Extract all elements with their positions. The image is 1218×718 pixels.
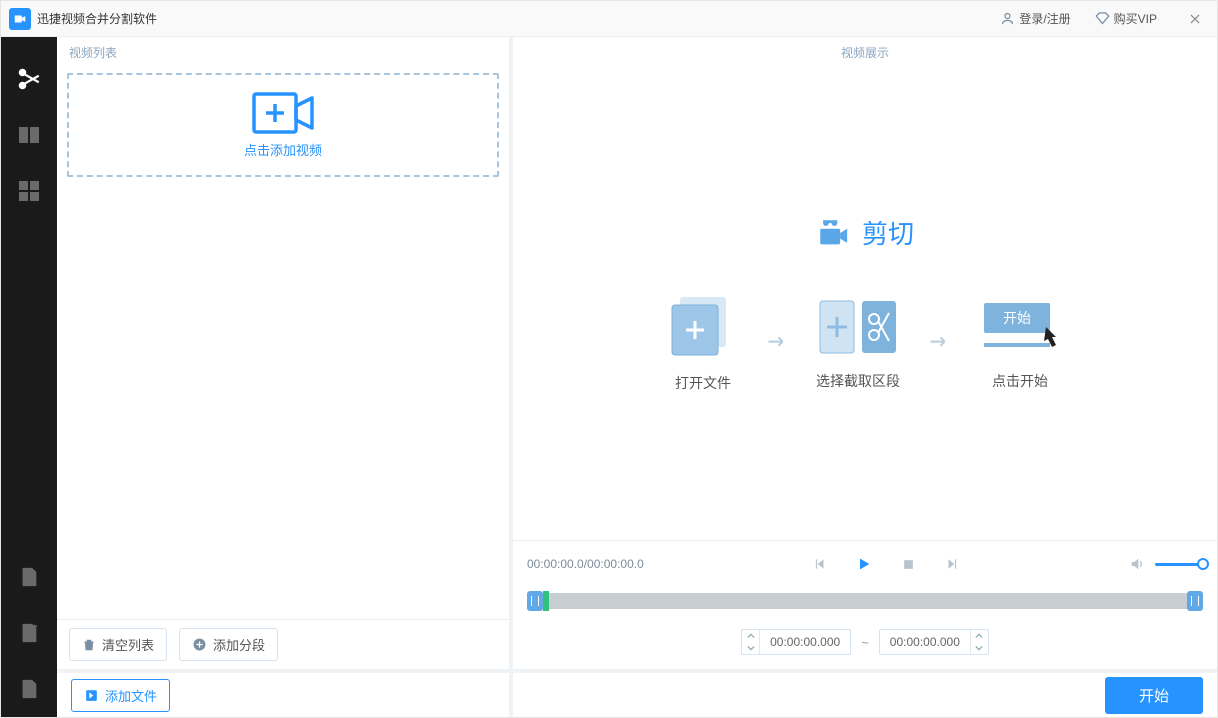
add-segment-label: 添加分段 <box>213 635 265 654</box>
dropzone-label: 点击添加视频 <box>244 140 322 159</box>
arrow-icon <box>930 334 948 355</box>
video-list-area: 点击添加视频 <box>57 67 509 620</box>
step1-label: 打开文件 <box>675 373 731 393</box>
time-separator: ~ <box>861 635 869 650</box>
time-input-row: 00:00:00.000 ~ 00:00:00.000 <box>513 619 1217 669</box>
add-file-button[interactable]: 添加文件 <box>71 679 170 712</box>
sidebar-settings-file-icon[interactable] <box>1 605 57 661</box>
playback-time: 00:00:00.0/00:00:00.0 <box>527 557 644 571</box>
app-window: 迅捷视频合并分割软件 登录/注册 购买VIP <box>0 0 1218 718</box>
left-pane-header: 视频列表 <box>57 37 509 67</box>
sidebar-download-file-icon[interactable] <box>1 661 57 717</box>
add-file-label: 添加文件 <box>105 686 157 705</box>
clear-list-label: 清空列表 <box>102 635 154 654</box>
sidebar <box>1 37 57 717</box>
clear-list-button[interactable]: 清空列表 <box>69 628 167 661</box>
close-icon[interactable] <box>1181 5 1209 33</box>
end-time-spinner[interactable]: 00:00:00.000 <box>879 629 989 655</box>
preview-area: 剪切 打开文件 <box>513 67 1217 540</box>
right-bottom-bar: 开始 <box>513 669 1217 717</box>
sidebar-merge-icon[interactable] <box>1 107 57 163</box>
range-handle-end[interactable] <box>1187 591 1203 611</box>
end-time-down[interactable] <box>971 642 988 654</box>
trash-icon <box>82 638 96 652</box>
app-logo-icon <box>9 8 31 30</box>
login-label: 登录/注册 <box>1019 10 1070 27</box>
range-handle-start[interactable] <box>527 591 543 611</box>
arrow-right-square-icon <box>84 688 99 703</box>
add-video-dropzone[interactable]: 点击添加视频 <box>67 73 499 177</box>
start-time-value: 00:00:00.000 <box>760 630 850 654</box>
left-footer: 清空列表 添加分段 <box>57 620 509 669</box>
right-pane-header: 视频展示 <box>513 37 1217 67</box>
camera-icon <box>816 216 850 250</box>
end-time-up[interactable] <box>971 630 988 642</box>
add-video-icon <box>252 92 314 134</box>
range-slider-area <box>513 579 1217 619</box>
player-controls: 00:00:00.0/00:00:00.0 <box>513 540 1217 579</box>
play-button[interactable] <box>855 555 873 573</box>
stop-button[interactable] <box>899 555 917 573</box>
next-frame-button[interactable] <box>943 555 961 573</box>
main-area: 视频列表 点击添加视频 清空列 <box>57 37 1217 717</box>
buy-vip-button[interactable]: 购买VIP <box>1095 10 1157 27</box>
step-open-file: 打开文件 <box>668 295 738 393</box>
sidebar-cut-icon[interactable] <box>1 51 57 107</box>
buy-vip-label: 购买VIP <box>1114 10 1157 27</box>
body: 视频列表 点击添加视频 清空列 <box>1 37 1217 717</box>
start-time-spinner[interactable]: 00:00:00.000 <box>741 629 851 655</box>
open-file-icon <box>668 295 738 359</box>
steps-row: 打开文件 <box>668 295 1062 393</box>
step-click-start: 开始 点击开始 <box>978 297 1062 391</box>
preview-title: 剪切 <box>816 214 914 251</box>
app-title: 迅捷视频合并分割软件 <box>37 10 157 27</box>
step-select-range: 选择截取区段 <box>816 297 900 391</box>
step2-label: 选择截取区段 <box>816 371 900 391</box>
volume-icon <box>1129 556 1145 572</box>
range-track[interactable] <box>527 593 1203 609</box>
preview-title-text: 剪切 <box>862 214 914 251</box>
step3-label: 点击开始 <box>992 371 1048 391</box>
end-time-value: 00:00:00.000 <box>880 630 970 654</box>
svg-text:开始: 开始 <box>1003 310 1031 326</box>
left-pane: 视频列表 点击添加视频 清空列 <box>57 37 513 717</box>
prev-frame-button[interactable] <box>811 555 829 573</box>
title-bar: 迅捷视频合并分割软件 登录/注册 购买VIP <box>1 1 1217 37</box>
sidebar-add-file-icon[interactable] <box>1 549 57 605</box>
volume-slider[interactable] <box>1155 563 1203 566</box>
left-bottom-bar: 添加文件 <box>57 669 509 717</box>
start-button[interactable]: 开始 <box>1105 677 1203 714</box>
volume-control[interactable] <box>1129 556 1203 572</box>
right-pane: 视频展示 剪切 <box>513 37 1217 717</box>
plus-circle-icon <box>192 637 207 652</box>
add-segment-button[interactable]: 添加分段 <box>179 628 278 661</box>
range-playhead[interactable] <box>543 591 549 611</box>
arrow-icon <box>768 334 786 355</box>
login-register-button[interactable]: 登录/注册 <box>1000 10 1070 27</box>
click-start-icon: 开始 <box>978 297 1062 357</box>
select-range-icon <box>816 297 900 357</box>
start-time-down[interactable] <box>742 642 759 654</box>
sidebar-grid-icon[interactable] <box>1 163 57 219</box>
start-time-up[interactable] <box>742 630 759 642</box>
